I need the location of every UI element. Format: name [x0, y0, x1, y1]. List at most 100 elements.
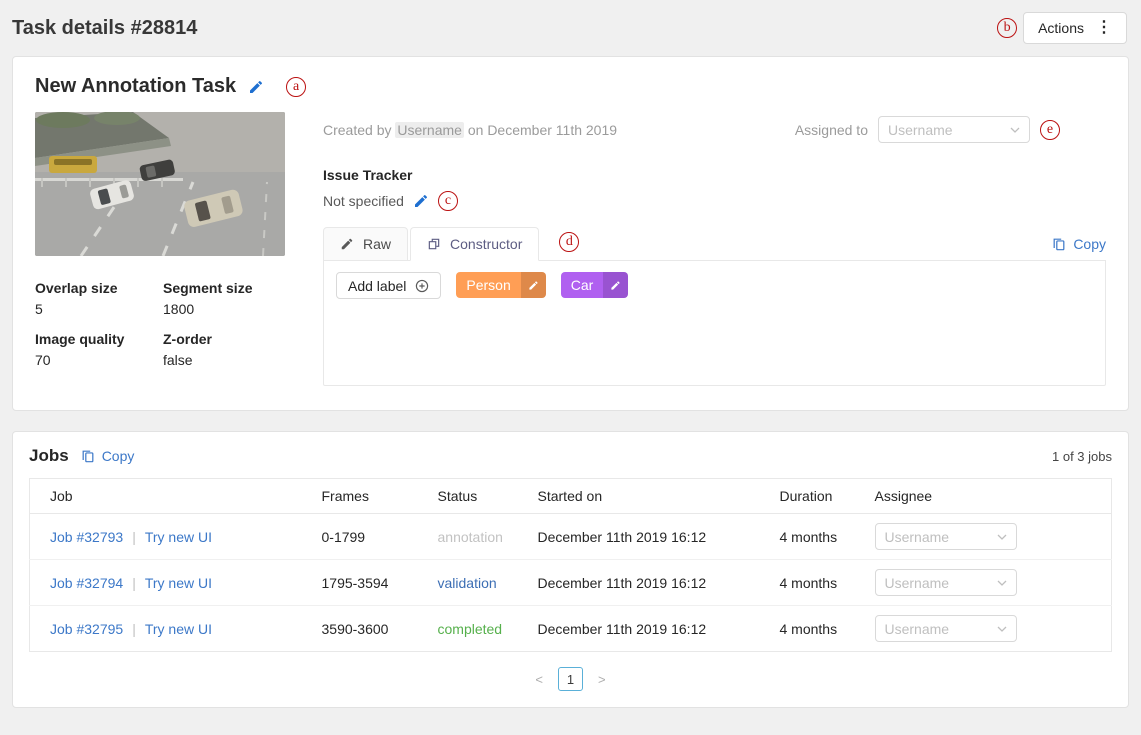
- task-body: Overlap size 5 Segment size 1800 Image q…: [35, 112, 1106, 386]
- pagination-page-1[interactable]: 1: [558, 667, 583, 691]
- parameter-image-quality: Image quality 70: [35, 331, 157, 368]
- parameter-value: false: [163, 352, 285, 368]
- task-title-row: New Annotation Task a: [35, 75, 1106, 98]
- task-left-column: Overlap size 5 Segment size 1800 Image q…: [35, 112, 285, 386]
- edit-label-icon[interactable]: [603, 272, 628, 298]
- label-tag-car[interactable]: Car: [561, 272, 629, 298]
- copy-icon: [1052, 237, 1066, 251]
- actions-label: Actions: [1038, 20, 1084, 36]
- pagination-prev[interactable]: <: [535, 672, 543, 687]
- cell-duration: 4 months: [772, 560, 867, 606]
- column-header-frames: Frames: [314, 479, 430, 514]
- assigned-to-label: Assigned to: [795, 122, 868, 138]
- callout-e: e: [1040, 120, 1060, 140]
- jobs-card: Jobs Copy 1 of 3 jobs Job Frames Status …: [12, 431, 1129, 708]
- parameter-segment-size: Segment size 1800: [163, 280, 285, 317]
- job-assignee-select[interactable]: Username: [875, 523, 1017, 550]
- job-link[interactable]: Job #32794: [50, 575, 123, 591]
- tab-raw-label: Raw: [363, 236, 391, 252]
- labels-constructor-panel: Add label Person Car: [323, 260, 1106, 386]
- parameter-label: Z-order: [163, 331, 285, 347]
- job-assignee-select[interactable]: Username: [875, 615, 1017, 642]
- column-header-started-on: Started on: [530, 479, 772, 514]
- cell-started-on: December 11th 2019 16:12: [530, 560, 772, 606]
- label-name: Person: [456, 272, 520, 298]
- cell-duration: 4 months: [772, 606, 867, 652]
- column-header-status: Status: [430, 479, 530, 514]
- chevron-down-icon: [997, 532, 1007, 542]
- cell-frames: 3590-3600: [314, 606, 430, 652]
- created-prefix: Created by: [323, 122, 391, 138]
- task-thumbnail: [35, 112, 285, 256]
- issue-tracker-label: Issue Tracker: [323, 167, 1106, 183]
- try-new-ui-link[interactable]: Try new UI: [145, 529, 212, 545]
- jobs-table-header-row: Job Frames Status Started on Duration As…: [30, 479, 1112, 514]
- job-row: Job #32793|Try new UI 0-1799 annotation …: [30, 514, 1112, 560]
- job-link[interactable]: Job #32795: [50, 621, 123, 637]
- tab-constructor[interactable]: Constructor: [410, 227, 539, 261]
- created-suffix: on December 11th 2019: [468, 122, 617, 138]
- parameter-z-order: Z-order false: [163, 331, 285, 368]
- jobs-table: Job Frames Status Started on Duration As…: [29, 478, 1112, 652]
- column-header-duration: Duration: [772, 479, 867, 514]
- issue-tracker-value: Not specified: [323, 193, 404, 209]
- cell-job: Job #32794 | Try new UI: [30, 560, 314, 606]
- task-parameters: Overlap size 5 Segment size 1800 Image q…: [35, 280, 285, 368]
- task-right-column: Created by Username on December 11th 201…: [323, 112, 1106, 386]
- cell-job: Job #32795|Try new UI: [30, 606, 314, 652]
- column-header-job: Job: [30, 479, 314, 514]
- pagination-next[interactable]: >: [598, 672, 606, 687]
- page-title: Task details #28814: [12, 17, 197, 40]
- callout-b: b: [997, 18, 1017, 38]
- add-label-button[interactable]: Add label: [336, 272, 441, 299]
- job-assignee-select[interactable]: Username: [875, 569, 1017, 596]
- actions-button[interactable]: Actions ⋮: [1023, 12, 1127, 44]
- task-name: New Annotation Task: [35, 75, 236, 98]
- status-badge: annotation: [438, 529, 503, 545]
- chevron-down-icon: [1010, 125, 1020, 135]
- copy-icon: [81, 449, 95, 463]
- cell-duration: 4 months: [772, 514, 867, 560]
- callout-d: d: [559, 232, 579, 252]
- try-new-ui-link[interactable]: Try new UI: [145, 621, 212, 637]
- copy-jobs-button[interactable]: Copy: [81, 448, 135, 464]
- cell-job: Job #32793 | Try new UI: [30, 514, 314, 560]
- parameter-value: 70: [35, 352, 157, 368]
- jobs-title: Jobs: [29, 446, 69, 466]
- task-card: New Annotation Task a: [12, 56, 1129, 411]
- label-name: Car: [561, 272, 604, 298]
- parameter-label: Image quality: [35, 331, 157, 347]
- cell-frames: 1795-3594: [314, 560, 430, 606]
- separator: |: [132, 575, 136, 591]
- parameter-label: Overlap size: [35, 280, 157, 296]
- edit-label-icon[interactable]: [521, 272, 546, 298]
- plus-circle-icon: [415, 279, 429, 293]
- job-row: Job #32794 | Try new UI 1795-3594 validati…: [30, 560, 1112, 606]
- separator: |: [132, 529, 136, 545]
- job-assignee-value: Username: [885, 529, 950, 545]
- cell-status: annotation: [430, 514, 530, 560]
- label-tag-person[interactable]: Person: [456, 272, 545, 298]
- block-icon: [427, 237, 441, 251]
- add-label-text: Add label: [348, 278, 406, 294]
- tab-raw[interactable]: Raw: [323, 227, 408, 261]
- issue-tracker-row: Not specified c: [323, 191, 1106, 211]
- created-line: Created by Username on December 11th 201…: [323, 122, 617, 138]
- parameter-label: Segment size: [163, 280, 285, 296]
- jobs-pagination: < 1 >: [29, 667, 1112, 691]
- parameter-value: 5: [35, 301, 157, 317]
- job-link[interactable]: Job #32793: [50, 529, 123, 545]
- created-row: Created by Username on December 11th 201…: [323, 116, 1106, 143]
- copy-labels-button[interactable]: Copy: [1052, 236, 1106, 252]
- task-assignee-value: Username: [888, 122, 953, 138]
- edit-issue-tracker-icon[interactable]: [413, 193, 429, 209]
- callout-a: a: [286, 77, 306, 97]
- status-badge: completed: [438, 621, 503, 637]
- parameter-overlap-size: Overlap size 5: [35, 280, 157, 317]
- cell-status: completed: [430, 606, 530, 652]
- try-new-ui-link[interactable]: Try new UI: [145, 575, 212, 591]
- cell-status: validation: [430, 560, 530, 606]
- callout-c: c: [438, 191, 458, 211]
- edit-task-name-icon[interactable]: [248, 79, 264, 95]
- task-assignee-select[interactable]: Username: [878, 116, 1030, 143]
